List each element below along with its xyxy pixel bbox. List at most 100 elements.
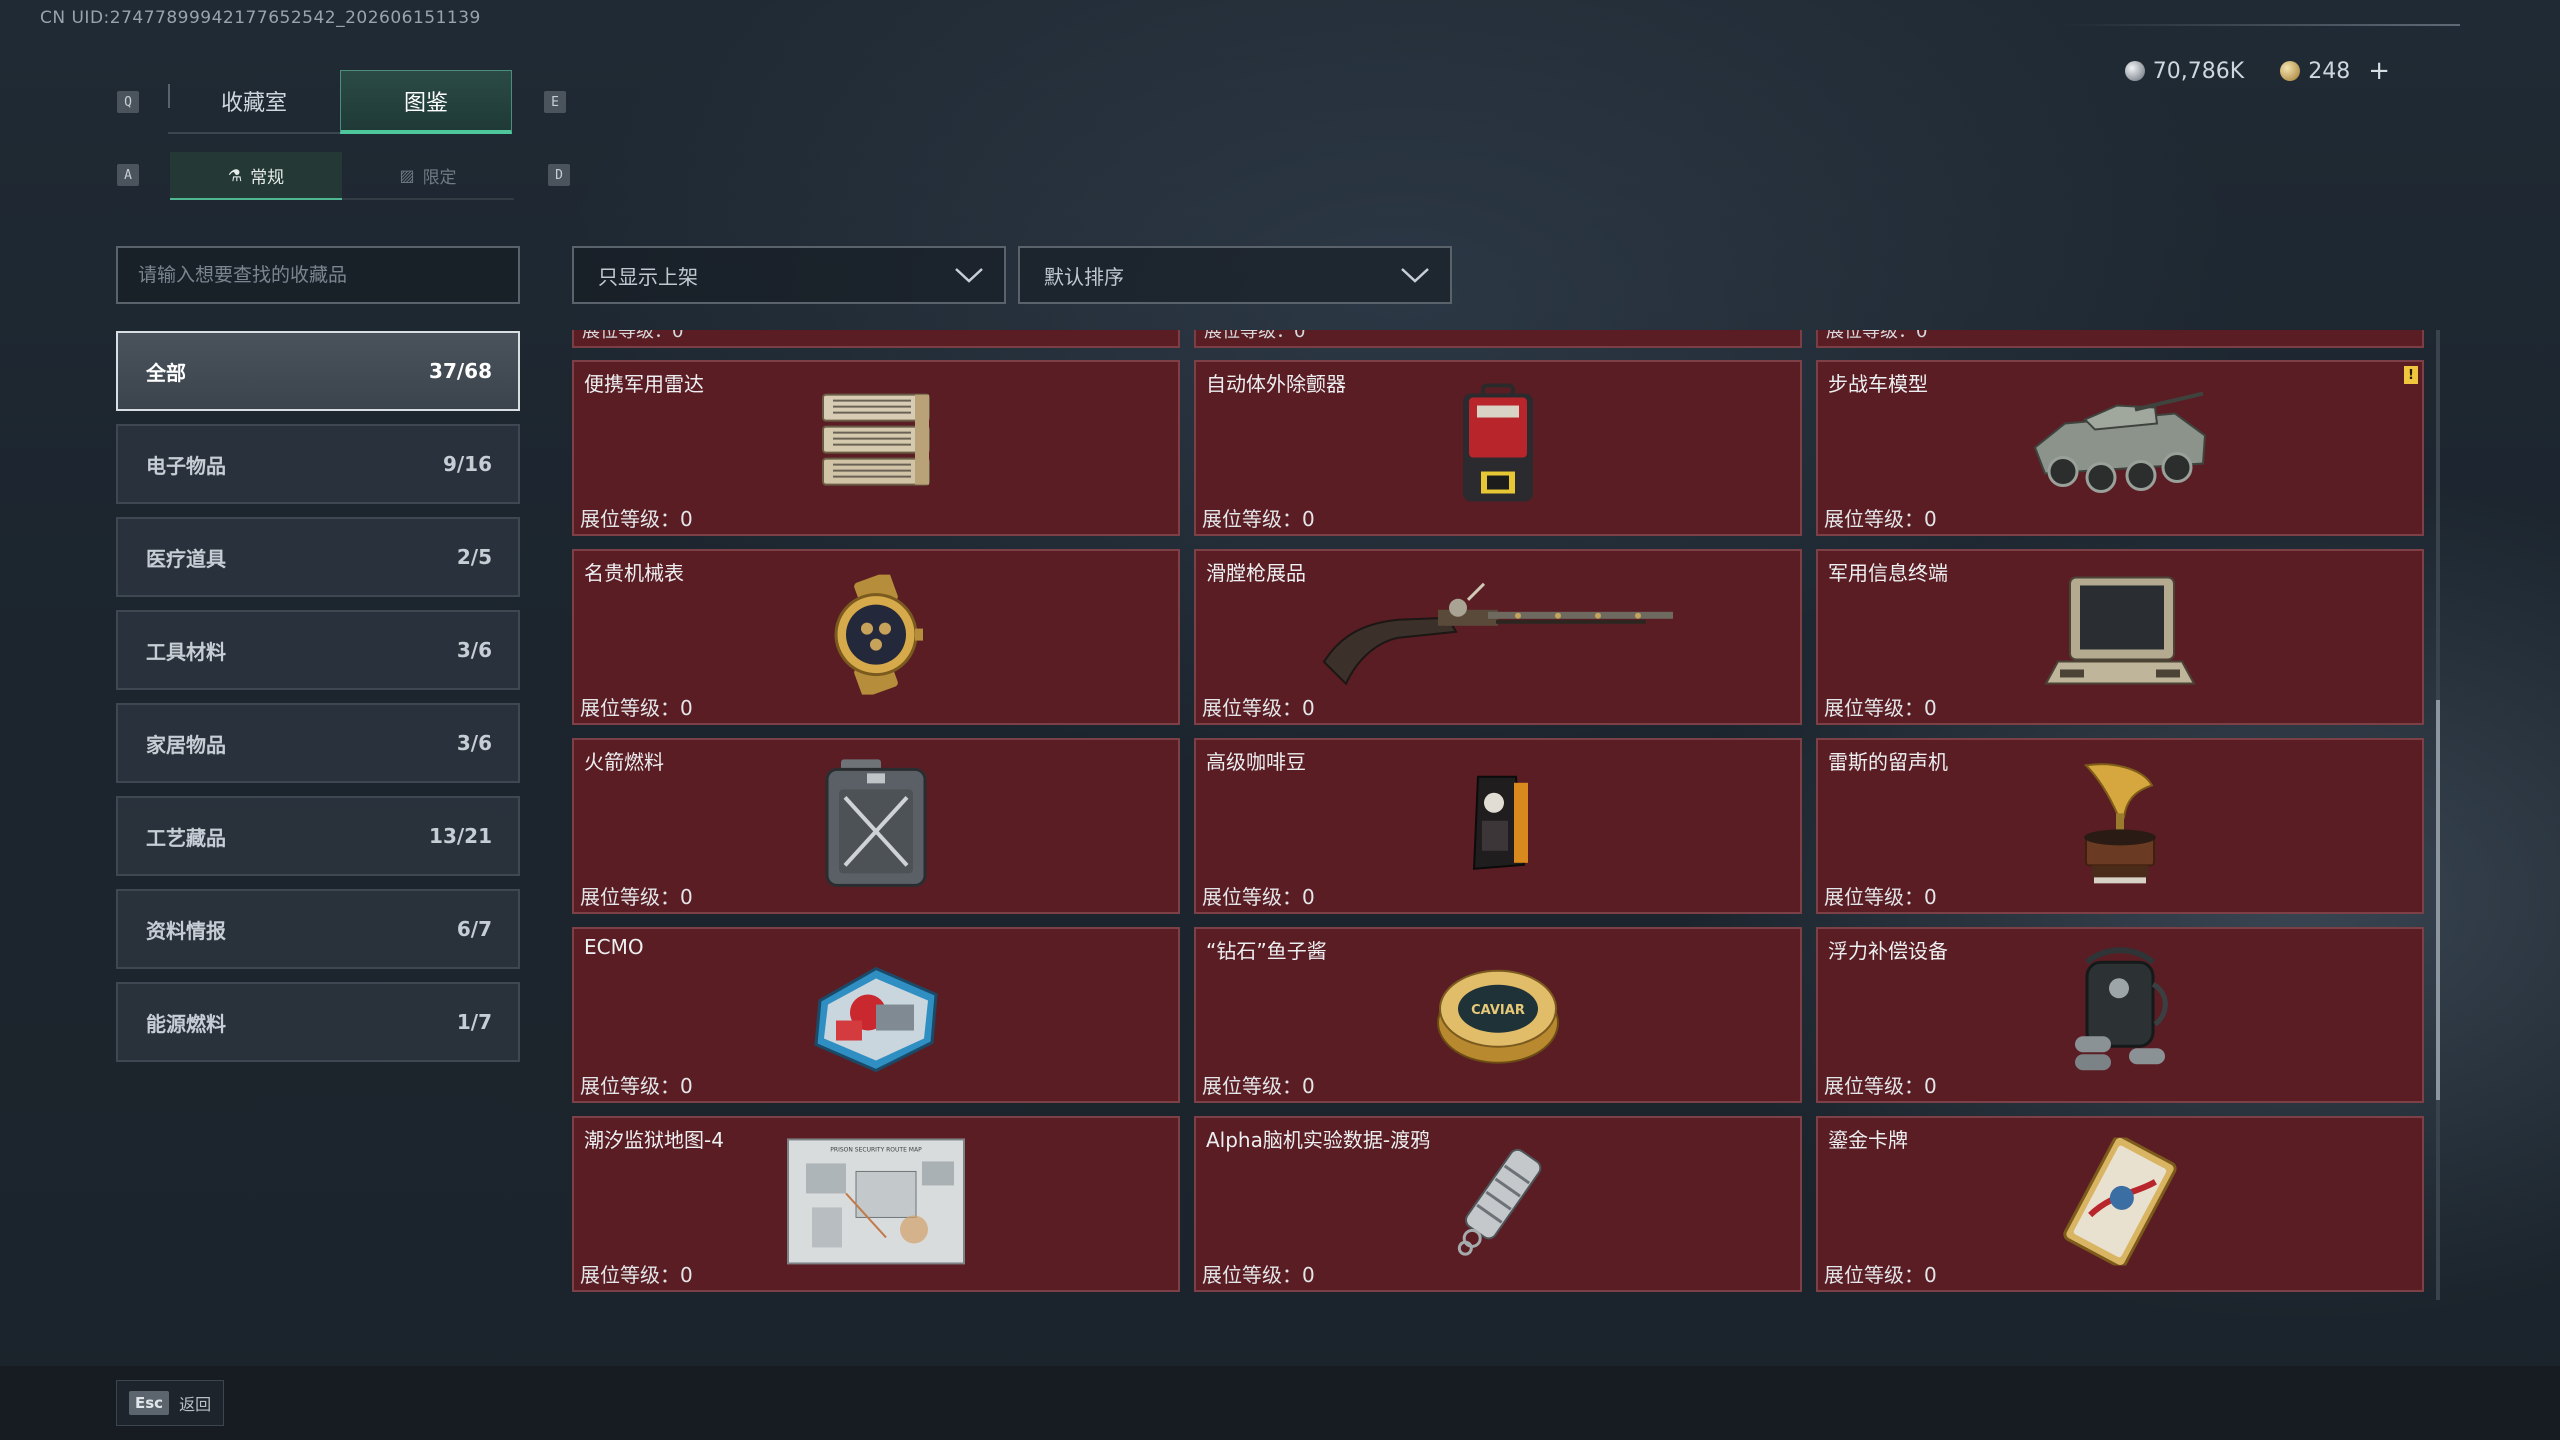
category-name: 医疗道具: [146, 546, 226, 571]
item-card[interactable]: 鎏金卡牌 展位等级：0: [1816, 1116, 2424, 1292]
back-button[interactable]: Esc 返回: [116, 1380, 225, 1426]
tab-codex[interactable]: 图鉴: [340, 70, 512, 134]
category-intel[interactable]: 资料情报 6/7: [116, 889, 520, 969]
next-tab-key-hint[interactable]: E: [544, 91, 566, 113]
category-count: 3/6: [456, 731, 492, 755]
caviar-tin-icon: CAVIAR: [1437, 969, 1559, 1064]
item-name: 步战车模型: [1828, 372, 1928, 396]
sub-tabs: ⚗ 常规 ▨ 限定: [170, 152, 514, 200]
category-tools[interactable]: 工具材料 3/6: [116, 610, 520, 690]
defibrillator-icon: [1463, 383, 1533, 502]
svg-text:CAVIAR: CAVIAR: [1471, 1003, 1525, 1018]
collection-grid[interactable]: 展位等级：0 展位等级：0 展位等级：0 便携军用雷达 展位等级：0 自动体外除…: [572, 330, 2426, 1300]
item-card[interactable]: 便携军用雷达 展位等级：0: [572, 360, 1180, 536]
search-input[interactable]: [138, 264, 498, 286]
radar-icon: [822, 393, 930, 486]
top-decor-line: [2060, 24, 2460, 26]
silver-currency: 70,786K: [2124, 58, 2245, 84]
item-card[interactable]: “钻石”鱼子酱 CAVIAR 展位等级：0: [1194, 927, 1802, 1103]
category-name: 全部: [146, 360, 186, 385]
gramophone-icon: [2083, 763, 2156, 884]
category-medical[interactable]: 医疗道具 2/5: [116, 517, 520, 597]
partial-card-level: 展位等级：0: [1816, 330, 2424, 348]
item-card[interactable]: 滑膛枪展品 展位等级：0: [1194, 549, 1802, 725]
item-card[interactable]: 雷斯的留声机 展位等级：0: [1816, 738, 2424, 914]
category-count: 6/7: [456, 917, 492, 941]
add-currency-button[interactable]: +: [2368, 56, 2390, 86]
item-level: 展位等级：0: [1202, 696, 1315, 720]
category-name: 工艺藏品: [146, 825, 226, 850]
prev-tab-key-hint[interactable]: Q: [117, 91, 139, 113]
item-name: ECMO: [584, 935, 644, 959]
gold-coin-icon: [2280, 61, 2301, 81]
main-tabs: 收藏室 图鉴: [168, 70, 512, 134]
category-all[interactable]: 全部 37/68: [116, 331, 520, 411]
item-name: 火箭燃料: [584, 750, 664, 774]
tab-collection-room[interactable]: 收藏室: [168, 70, 340, 134]
back-label: 返回: [179, 1395, 212, 1414]
item-card[interactable]: 火箭燃料 展位等级：0: [572, 738, 1180, 914]
item-level: 展位等级：0: [580, 696, 693, 720]
item-level: 展位等级：0: [580, 1074, 693, 1098]
sort-dropdown[interactable]: 默认排序: [1018, 246, 1452, 304]
search-box[interactable]: [116, 246, 520, 304]
shelf-filter-dropdown[interactable]: 只显示上架: [572, 246, 1006, 304]
item-name: 浮力补偿设备: [1828, 939, 1948, 963]
item-card[interactable]: Alpha脑机实验数据-渡鸦 展位等级：0: [1194, 1116, 1802, 1292]
category-crafts[interactable]: 工艺藏品 13/21: [116, 796, 520, 876]
item-level: 展位等级：0: [1202, 1074, 1315, 1098]
next-subtab-key-hint[interactable]: D: [548, 164, 570, 186]
category-name: 资料情报: [146, 918, 226, 943]
item-level: 展位等级：0: [580, 1263, 693, 1287]
scrollbar-thumb[interactable]: [2436, 700, 2440, 1100]
item-level: 展位等级：0: [1202, 885, 1315, 909]
sort-value: 默认排序: [1044, 264, 1124, 289]
alert-badge: !: [2404, 366, 2418, 384]
terminal-icon: [2044, 576, 2196, 685]
ecmo-icon: [814, 966, 938, 1073]
subtab-limited-label: 限定: [422, 167, 457, 188]
grid-scrollbar[interactable]: [2436, 330, 2440, 1300]
item-card[interactable]: 军用信息终端 展位等级：0: [1816, 549, 2424, 725]
item-card[interactable]: 自动体外除颤器 展位等级：0: [1194, 360, 1802, 536]
item-card[interactable]: ECMO 展位等级：0: [572, 927, 1180, 1103]
gold-currency: 248 +: [2280, 56, 2390, 86]
item-name: Alpha脑机实验数据-渡鸦: [1206, 1128, 1431, 1152]
item-card[interactable]: 名贵机械表 展位等级：0: [572, 549, 1180, 725]
category-count: 9/16: [442, 452, 492, 476]
ifv-model-icon: [2033, 391, 2207, 494]
category-energy[interactable]: 能源燃料 1/7: [116, 982, 520, 1062]
subtab-limited[interactable]: ▨ 限定: [342, 152, 514, 200]
item-card[interactable]: 高级咖啡豆 展位等级：0: [1194, 738, 1802, 914]
category-count: 1/7: [456, 1010, 492, 1034]
gilded-card-icon: [2063, 1137, 2177, 1266]
item-name: 鎏金卡牌: [1828, 1128, 1908, 1152]
item-name: 潮汐监狱地图-4: [584, 1128, 724, 1152]
silver-coin-icon: [2124, 61, 2145, 81]
item-card[interactable]: 潮汐监狱地图-4 PRISON SECURITY ROUTE MAP 展位等级：…: [572, 1116, 1180, 1292]
category-household[interactable]: 家居物品 3/6: [116, 703, 520, 783]
map-icon: PRISON SECURITY ROUTE MAP: [787, 1138, 965, 1265]
subtab-regular[interactable]: ⚗ 常规: [170, 152, 342, 200]
item-card[interactable]: 步战车模型 ! 展位等级：0: [1816, 360, 2424, 536]
bottom-bar: [0, 1366, 2560, 1440]
fuel-can-icon: [825, 759, 927, 887]
bcd-icon: [2075, 947, 2168, 1071]
category-name: 家居物品: [146, 732, 226, 757]
watch-icon: [834, 574, 923, 695]
item-name: 雷斯的留声机: [1828, 750, 1948, 774]
item-card[interactable]: 浮力补偿设备 展位等级：0: [1816, 927, 2424, 1103]
item-level: 展位等级：0: [1202, 1263, 1315, 1287]
item-name: “钻石”鱼子酱: [1206, 939, 1327, 963]
item-level: 展位等级：0: [1824, 885, 1937, 909]
category-count: 3/6: [456, 638, 492, 662]
item-level: 展位等级：0: [580, 885, 693, 909]
silver-value: 70,786K: [2152, 58, 2245, 84]
category-electronics[interactable]: 电子物品 9/16: [116, 424, 520, 504]
gold-value: 248: [2308, 58, 2351, 84]
item-level: 展位等级：0: [1824, 696, 1937, 720]
prev-subtab-key-hint[interactable]: A: [117, 164, 139, 186]
item-name: 高级咖啡豆: [1206, 750, 1306, 774]
esc-key-hint: Esc: [129, 1391, 170, 1415]
category-count: 37/68: [429, 359, 492, 383]
